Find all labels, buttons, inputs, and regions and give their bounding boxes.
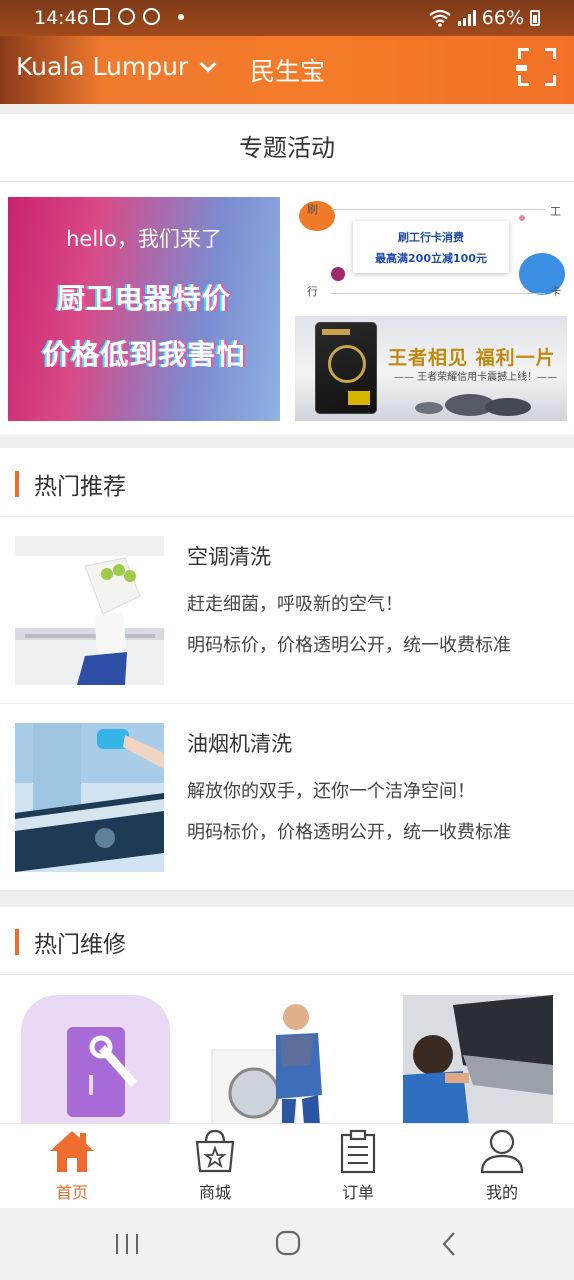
status-notification-icons — [93, 8, 184, 25]
promo-banner-icbc[interactable]: 刷 工 行 卡 刷工行卡消费 最高满200立减100元 — [295, 197, 567, 307]
bottom-nav: 首页 商城 订单 我的 — [0, 1123, 574, 1208]
top-area: 14:46 66% Kuala Lumpur 民生宝 — [0, 0, 574, 104]
hood-cleaning-image — [15, 723, 164, 872]
ac-cleaning-image — [15, 536, 164, 685]
section-accent-bar — [15, 929, 19, 955]
recents-icon[interactable] — [114, 1232, 140, 1256]
promo-banner-appliances[interactable]: hello，我们来了 厨卫电器特价 价格低到我害怕 — [8, 197, 280, 421]
divider — [0, 104, 574, 114]
service-item-hood-cleaning[interactable]: 油烟机清洗 解放你的双手，还你一个洁净空间！ 明码标价，价格透明公开，统一收费标… — [0, 705, 574, 891]
app-header: Kuala Lumpur 民生宝 — [0, 36, 574, 104]
nav-mall[interactable]: 商城 — [165, 1124, 265, 1209]
user-icon — [480, 1129, 524, 1174]
divider — [0, 435, 574, 448]
nav-orders[interactable]: 订单 — [308, 1124, 408, 1209]
scan-icon[interactable] — [516, 48, 556, 86]
battery-percent: 66% — [481, 7, 524, 29]
section-title: 热门维修 — [34, 932, 126, 958]
banner-char: 工 — [550, 205, 561, 218]
home-button-icon[interactable] — [275, 1230, 301, 1256]
battery-icon — [530, 10, 540, 26]
special-section-title: 专题活动 — [0, 114, 574, 182]
banner-rule — [331, 209, 545, 210]
system-nav-bar — [0, 1208, 574, 1280]
location-icon — [143, 8, 160, 25]
cloud-icon — [118, 8, 135, 25]
banner-subtitle: —— 王者荣耀信用卡震撼上线！—— — [394, 372, 558, 383]
banner-card: 刷工行卡消费 最高满200立减100元 — [353, 221, 509, 273]
banner-char: 刷 — [307, 203, 318, 216]
section-accent-bar — [15, 471, 19, 497]
nav-label: 订单 — [341, 1183, 374, 1202]
hot-recommend-header: 热门推荐 — [0, 449, 574, 517]
decor-ball — [519, 215, 525, 221]
service-desc: 解放你的双手，还你一个洁净空间！ — [187, 781, 475, 802]
banner-title: 王者相见 福利一片 — [388, 347, 556, 369]
service-title: 空调清洗 — [187, 545, 271, 569]
banner-card-line2: 最高满200立减100元 — [375, 252, 487, 265]
decor-rock — [485, 398, 531, 416]
status-time: 14:46 — [34, 7, 89, 29]
service-desc: 明码标价，价格透明公开，统一收费标准 — [187, 822, 511, 843]
service-item-ac-cleaning[interactable]: 空调清洗 赶走细菌，呼吸新的空气！ 明码标价，价格透明公开，统一收费标准 — [0, 518, 574, 704]
divider — [0, 891, 574, 907]
section-title: 热门推荐 — [34, 474, 126, 500]
more-dot-icon — [178, 14, 184, 20]
app-title: 民生宝 — [250, 57, 326, 86]
home-icon — [50, 1131, 94, 1172]
city-label: Kuala Lumpur — [16, 52, 189, 81]
banner-headline-2: 价格低到我害怕 — [42, 338, 246, 371]
repair-item-washer[interactable] — [210, 995, 360, 1125]
service-title: 油烟机清洗 — [187, 732, 292, 756]
repair-item-tools[interactable] — [21, 995, 170, 1125]
credit-card-image — [315, 322, 377, 414]
decor-rock — [415, 402, 443, 414]
repair-item-hood[interactable] — [403, 995, 553, 1125]
chevron-down-icon — [199, 55, 217, 72]
banner-char: 卡 — [550, 285, 561, 298]
banner-char: 行 — [307, 285, 318, 298]
banner-headline-1: 厨卫电器特价 — [56, 282, 231, 315]
service-desc: 明码标价，价格透明公开，统一收费标准 — [187, 635, 511, 656]
city-selector[interactable]: Kuala Lumpur — [16, 52, 217, 81]
clipboard-icon — [340, 1129, 376, 1174]
back-icon[interactable] — [440, 1231, 458, 1257]
nav-label: 我的 — [485, 1183, 518, 1202]
hot-repair-header: 热门维修 — [0, 907, 574, 975]
status-right: 66% — [428, 7, 540, 29]
nav-label: 商城 — [198, 1183, 231, 1202]
gallery-icon — [93, 8, 110, 25]
decor-ball — [331, 267, 345, 281]
nav-label: 首页 — [55, 1183, 88, 1202]
banner-hello: hello，我们来了 — [66, 227, 222, 251]
service-desc: 赶走细菌，呼吸新的空气！ — [187, 594, 403, 615]
nav-profile[interactable]: 我的 — [452, 1124, 552, 1209]
shopping-bag-icon — [195, 1129, 235, 1173]
signal-icon — [457, 10, 476, 26]
banner-rule — [331, 293, 545, 294]
banner-card-line1: 刷工行卡消费 — [398, 231, 464, 244]
promo-banner-credit-card[interactable]: 王者相见 福利一片 —— 王者荣耀信用卡震撼上线！—— — [295, 316, 567, 421]
status-bar: 14:46 66% — [0, 0, 574, 36]
wifi-icon — [429, 9, 451, 27]
nav-home[interactable]: 首页 — [22, 1124, 122, 1209]
